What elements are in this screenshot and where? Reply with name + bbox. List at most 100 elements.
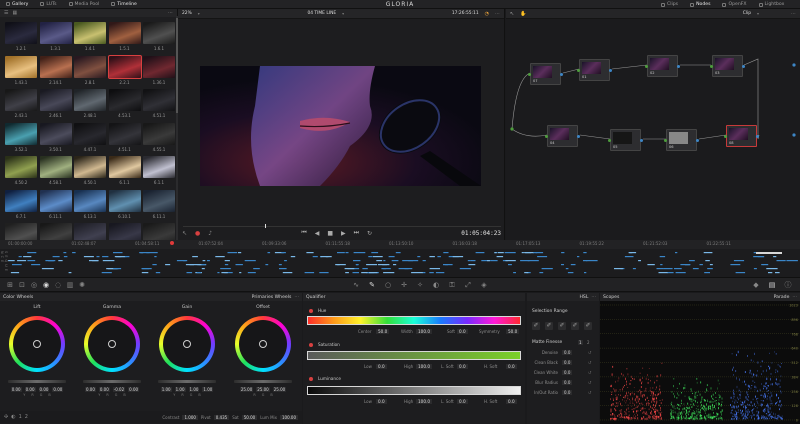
color-node[interactable]: 08 [724, 125, 759, 147]
node-input-pin[interactable] [645, 65, 648, 68]
gallery-still[interactable]: 6.11.1 [39, 189, 76, 225]
pointer-icon[interactable]: ↖ [182, 230, 187, 237]
luminance-lsoft-value[interactable]: 0.0 [457, 399, 468, 404]
record-icon[interactable]: ● [195, 230, 200, 237]
video-frame[interactable] [200, 66, 481, 186]
master-slider[interactable] [83, 380, 141, 383]
chevron-down-icon[interactable]: ▾ [198, 11, 200, 16]
3d-icon[interactable]: ◈ [480, 281, 488, 289]
window-icon[interactable]: ○ [384, 281, 392, 289]
wheel-value[interactable]: 1.00 [174, 387, 186, 392]
gallery-still[interactable]: 3.52.1 [5, 122, 41, 158]
gallery-still[interactable]: 1.4.1 [74, 22, 110, 57]
node-output-pin[interactable] [577, 135, 580, 138]
tab-luts[interactable]: LUTs [34, 0, 62, 9]
tab-timeline[interactable]: Timeline [105, 0, 143, 9]
gallery-still[interactable]: 2.43.1 [5, 89, 41, 124]
wheel-value[interactable]: 0.00 [10, 387, 22, 392]
wheel-value[interactable]: 0.00 [52, 387, 64, 392]
matte-finesse-value[interactable]: 0.0 [562, 350, 573, 355]
reset-icon[interactable]: ↺ [588, 390, 591, 395]
list-view-icon[interactable]: ☰ [4, 10, 8, 16]
scrubber-handle[interactable] [265, 224, 266, 228]
gallery-still[interactable]: 2.14.1 [39, 55, 76, 91]
saturation-enable-toggle[interactable] [309, 343, 313, 347]
wheel-value[interactable]: 1.00 [160, 387, 172, 392]
wheel-dial[interactable] [159, 316, 215, 372]
page-2-button[interactable]: 2 [25, 414, 28, 420]
color-node[interactable]: 02 [645, 55, 680, 77]
color-node[interactable]: 06 [664, 129, 699, 151]
node-output-pin[interactable] [677, 65, 680, 68]
master-slider[interactable] [8, 380, 66, 383]
blur-icon[interactable]: ◐ [432, 281, 440, 289]
node-input-pin[interactable] [710, 65, 713, 68]
color-node[interactable]: 04 [545, 125, 580, 147]
stop-icon[interactable]: ■ [327, 230, 333, 237]
timeline-name[interactable]: 04 TIME LINE [307, 11, 336, 16]
gallery-still[interactable]: 2.46.1 [39, 89, 76, 124]
wheel-value[interactable]: 0.00 [24, 387, 36, 392]
jump-start-icon[interactable]: ⏮ [301, 229, 306, 237]
reset-icon[interactable]: ↺ [588, 370, 591, 375]
color-node[interactable]: 07 [528, 63, 563, 85]
saturation-low-value[interactable]: 0.0 [376, 364, 387, 369]
tab-nodes[interactable]: Nodes [684, 0, 716, 9]
node-output-pin[interactable] [742, 65, 745, 68]
options-icon[interactable]: ⋯ [495, 11, 500, 17]
page-1-button[interactable]: 1 [19, 414, 22, 420]
node-input-pin[interactable] [608, 139, 611, 142]
gallery-still[interactable]: 3.50.1 [39, 122, 76, 158]
wheel-value[interactable]: -0.02 [112, 387, 126, 392]
node-input-pin[interactable] [724, 135, 727, 138]
hue-width-value[interactable]: 100.0 [416, 329, 432, 334]
hdr-icon[interactable]: ◌ [54, 281, 62, 289]
color-node[interactable]: 01 [577, 59, 612, 81]
luminance-hsoft-value[interactable]: 0.0 [506, 399, 517, 404]
motion-effects-icon[interactable]: ✺ [78, 281, 86, 289]
feather-plus-icon[interactable]: ✐ [584, 322, 592, 330]
saturation-lsoft-value[interactable]: 0.0 [457, 364, 468, 369]
timeline-clips[interactable] [8, 250, 800, 276]
node-output-pin[interactable] [560, 73, 563, 76]
info-icon[interactable]: ⓘ [784, 281, 792, 289]
hand-icon[interactable]: ✋ [520, 11, 526, 17]
more-options-icon[interactable]: ⋯ [792, 295, 797, 300]
wheel-value[interactable]: 0.00 [38, 387, 50, 392]
gallery-still[interactable]: 1.2.1 [5, 22, 41, 57]
audio-icon[interactable]: ♪ [208, 230, 212, 237]
more-options-icon[interactable]: ⋯ [168, 10, 173, 16]
gallery-still[interactable]: 6.7.1 [5, 189, 41, 225]
node-input-pin[interactable] [577, 69, 580, 72]
timeline-playhead[interactable] [170, 241, 174, 245]
gallery-still[interactable]: 1.5.1 [108, 22, 145, 57]
master-slider[interactable] [158, 380, 216, 383]
gallery-still[interactable]: 4.47.1 [74, 122, 110, 158]
lum-mix-value[interactable]: 100.00 [280, 414, 298, 420]
luminance-low-value[interactable]: 0.0 [376, 399, 387, 404]
keyframes-icon[interactable]: ◆ [752, 281, 760, 289]
gallery-still[interactable]: 2.48.1 [74, 89, 110, 124]
gallery-still[interactable]: 4.51.1 [108, 122, 145, 158]
reset-icon[interactable]: ↺ [588, 350, 591, 355]
gallery-still[interactable]: 6.1.1 [108, 156, 145, 191]
tracker-icon[interactable]: ✛ [400, 281, 408, 289]
saturation-bar[interactable] [307, 351, 521, 360]
jump-end-icon[interactable]: ⏭ [354, 229, 359, 237]
tab-media-pool[interactable]: Media Pool [63, 0, 106, 9]
wheel-value[interactable]: 0.00 [84, 387, 96, 392]
wheel-value[interactable]: 25.00 [256, 387, 270, 392]
scopes-mode-select[interactable]: Parade [774, 295, 790, 300]
gallery-still[interactable]: 4.50.2 [5, 156, 41, 191]
chevron-down-icon[interactable]: ▾ [757, 11, 759, 16]
pivot-value[interactable]: 0.435 [213, 414, 230, 420]
gallery-still[interactable]: 2.2.1 [107, 54, 145, 91]
wheels-icon[interactable]: ◎ [30, 281, 38, 289]
qualifier-mode-select[interactable]: HSL [579, 295, 588, 300]
hue-soft-value[interactable]: 0.0 [457, 329, 468, 334]
gallery-still[interactable]: 1.43.1 [5, 55, 41, 91]
tab-gallery[interactable]: Gallery [0, 0, 34, 9]
color-node[interactable]: 05 [608, 129, 643, 151]
scopes-icon[interactable]: ▤ [768, 281, 776, 289]
luminance-high-value[interactable]: 100.0 [416, 399, 432, 404]
